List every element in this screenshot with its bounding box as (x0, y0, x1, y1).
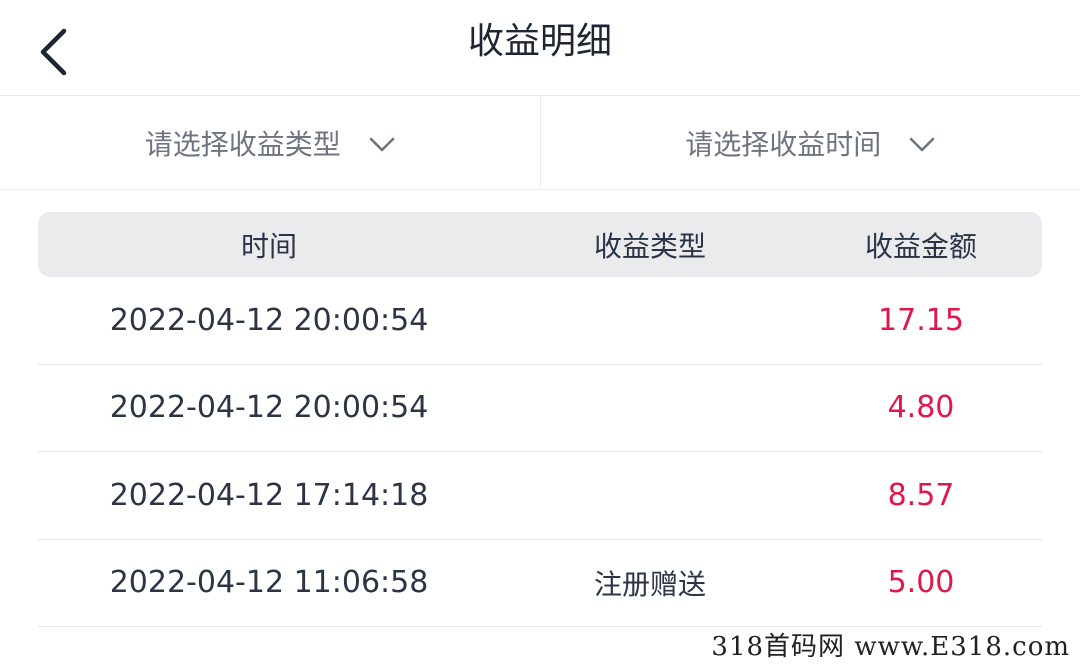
table-row: 2022-04-12 20:00:54 17.15 (38, 277, 1042, 365)
column-header-amount: 收益金额 (864, 229, 977, 263)
row-time: 2022-04-12 17:14:18 (109, 477, 429, 513)
row-type: 注册赠送 (593, 567, 706, 601)
chevron-down-icon (909, 137, 935, 151)
chevron-down-icon (369, 137, 395, 151)
earnings-type-filter[interactable]: 请选择收益类型 (0, 96, 540, 189)
earnings-time-filter-label: 请选择收益时间 (685, 127, 882, 161)
row-amount: 4.80 (887, 390, 955, 426)
filter-bar: 请选择收益类型 请选择收益时间 (0, 96, 1080, 190)
row-time: 2022-04-12 20:00:54 (109, 302, 429, 338)
table-row: 2022-04-12 20:00:54 4.80 (38, 365, 1042, 452)
watermark: 318首码网 www.E318.com (711, 632, 1070, 662)
row-time: 2022-04-12 11:06:58 (109, 565, 429, 601)
table-row: 2022-04-12 11:06:58 注册赠送 5.00 (38, 540, 1042, 627)
earnings-table: 时间 收益类型 收益金额 2022-04-12 20:00:54 17.15 2… (38, 212, 1042, 627)
column-header-type: 收益类型 (593, 229, 706, 263)
earnings-detail-page: 收益明细 请选择收益类型 请选择收益时间 时间 收益类型 收益金额 2022-0… (0, 0, 1080, 665)
row-amount: 8.57 (887, 477, 955, 513)
top-bar: 收益明细 (0, 0, 1080, 96)
page-title: 收益明细 (467, 21, 612, 62)
row-amount: 5.00 (887, 565, 955, 601)
table-header: 时间 收益类型 收益金额 (38, 212, 1042, 277)
row-time: 2022-04-12 20:00:54 (109, 390, 429, 426)
row-amount: 17.15 (878, 302, 964, 338)
column-header-time: 时间 (240, 229, 297, 263)
earnings-type-filter-label: 请选择收益类型 (144, 127, 341, 161)
earnings-time-filter[interactable]: 请选择收益时间 (539, 96, 1080, 189)
table-row: 2022-04-12 17:14:18 8.57 (38, 452, 1042, 540)
